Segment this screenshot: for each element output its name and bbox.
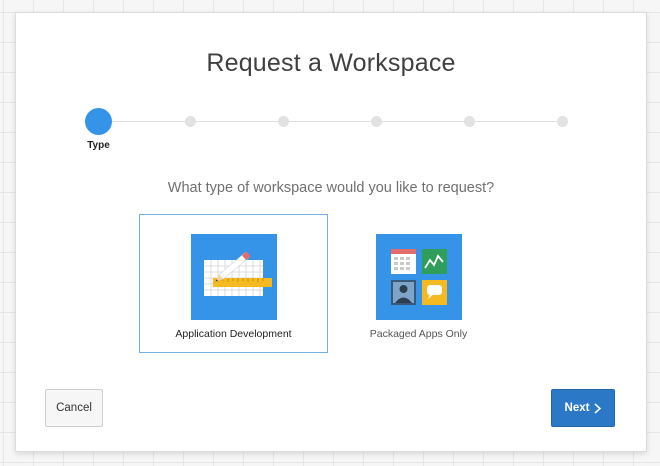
step-3-indicator [278, 116, 289, 127]
option-label: Application Development [175, 328, 292, 340]
current-step-label: Type [87, 140, 110, 151]
step-2-indicator [185, 116, 196, 127]
step-6-indicator [557, 116, 568, 127]
step-5-indicator [464, 116, 475, 127]
step-4-indicator [371, 116, 382, 127]
cancel-button[interactable]: Cancel [45, 389, 103, 427]
dialog-title: Request a Workspace [206, 49, 456, 77]
request-workspace-dialog: Request a Workspace Type What type of wo… [15, 12, 647, 452]
progress-track [98, 121, 564, 122]
workspace-type-question: What type of workspace would you like to… [167, 180, 495, 196]
app-tiles-icon [375, 234, 462, 320]
option-packaged-apps-only[interactable]: Packaged Apps Only [324, 214, 513, 353]
next-button[interactable]: Next [551, 389, 615, 427]
cancel-button-label: Cancel [56, 402, 92, 414]
next-button-label: Next [564, 402, 590, 414]
option-application-development[interactable]: Application Development [139, 214, 328, 353]
pencil-ruler-icon [190, 234, 277, 320]
step-1-current-indicator [85, 108, 112, 135]
option-label: Packaged Apps Only [369, 328, 468, 340]
chevron-right-icon [594, 402, 602, 414]
